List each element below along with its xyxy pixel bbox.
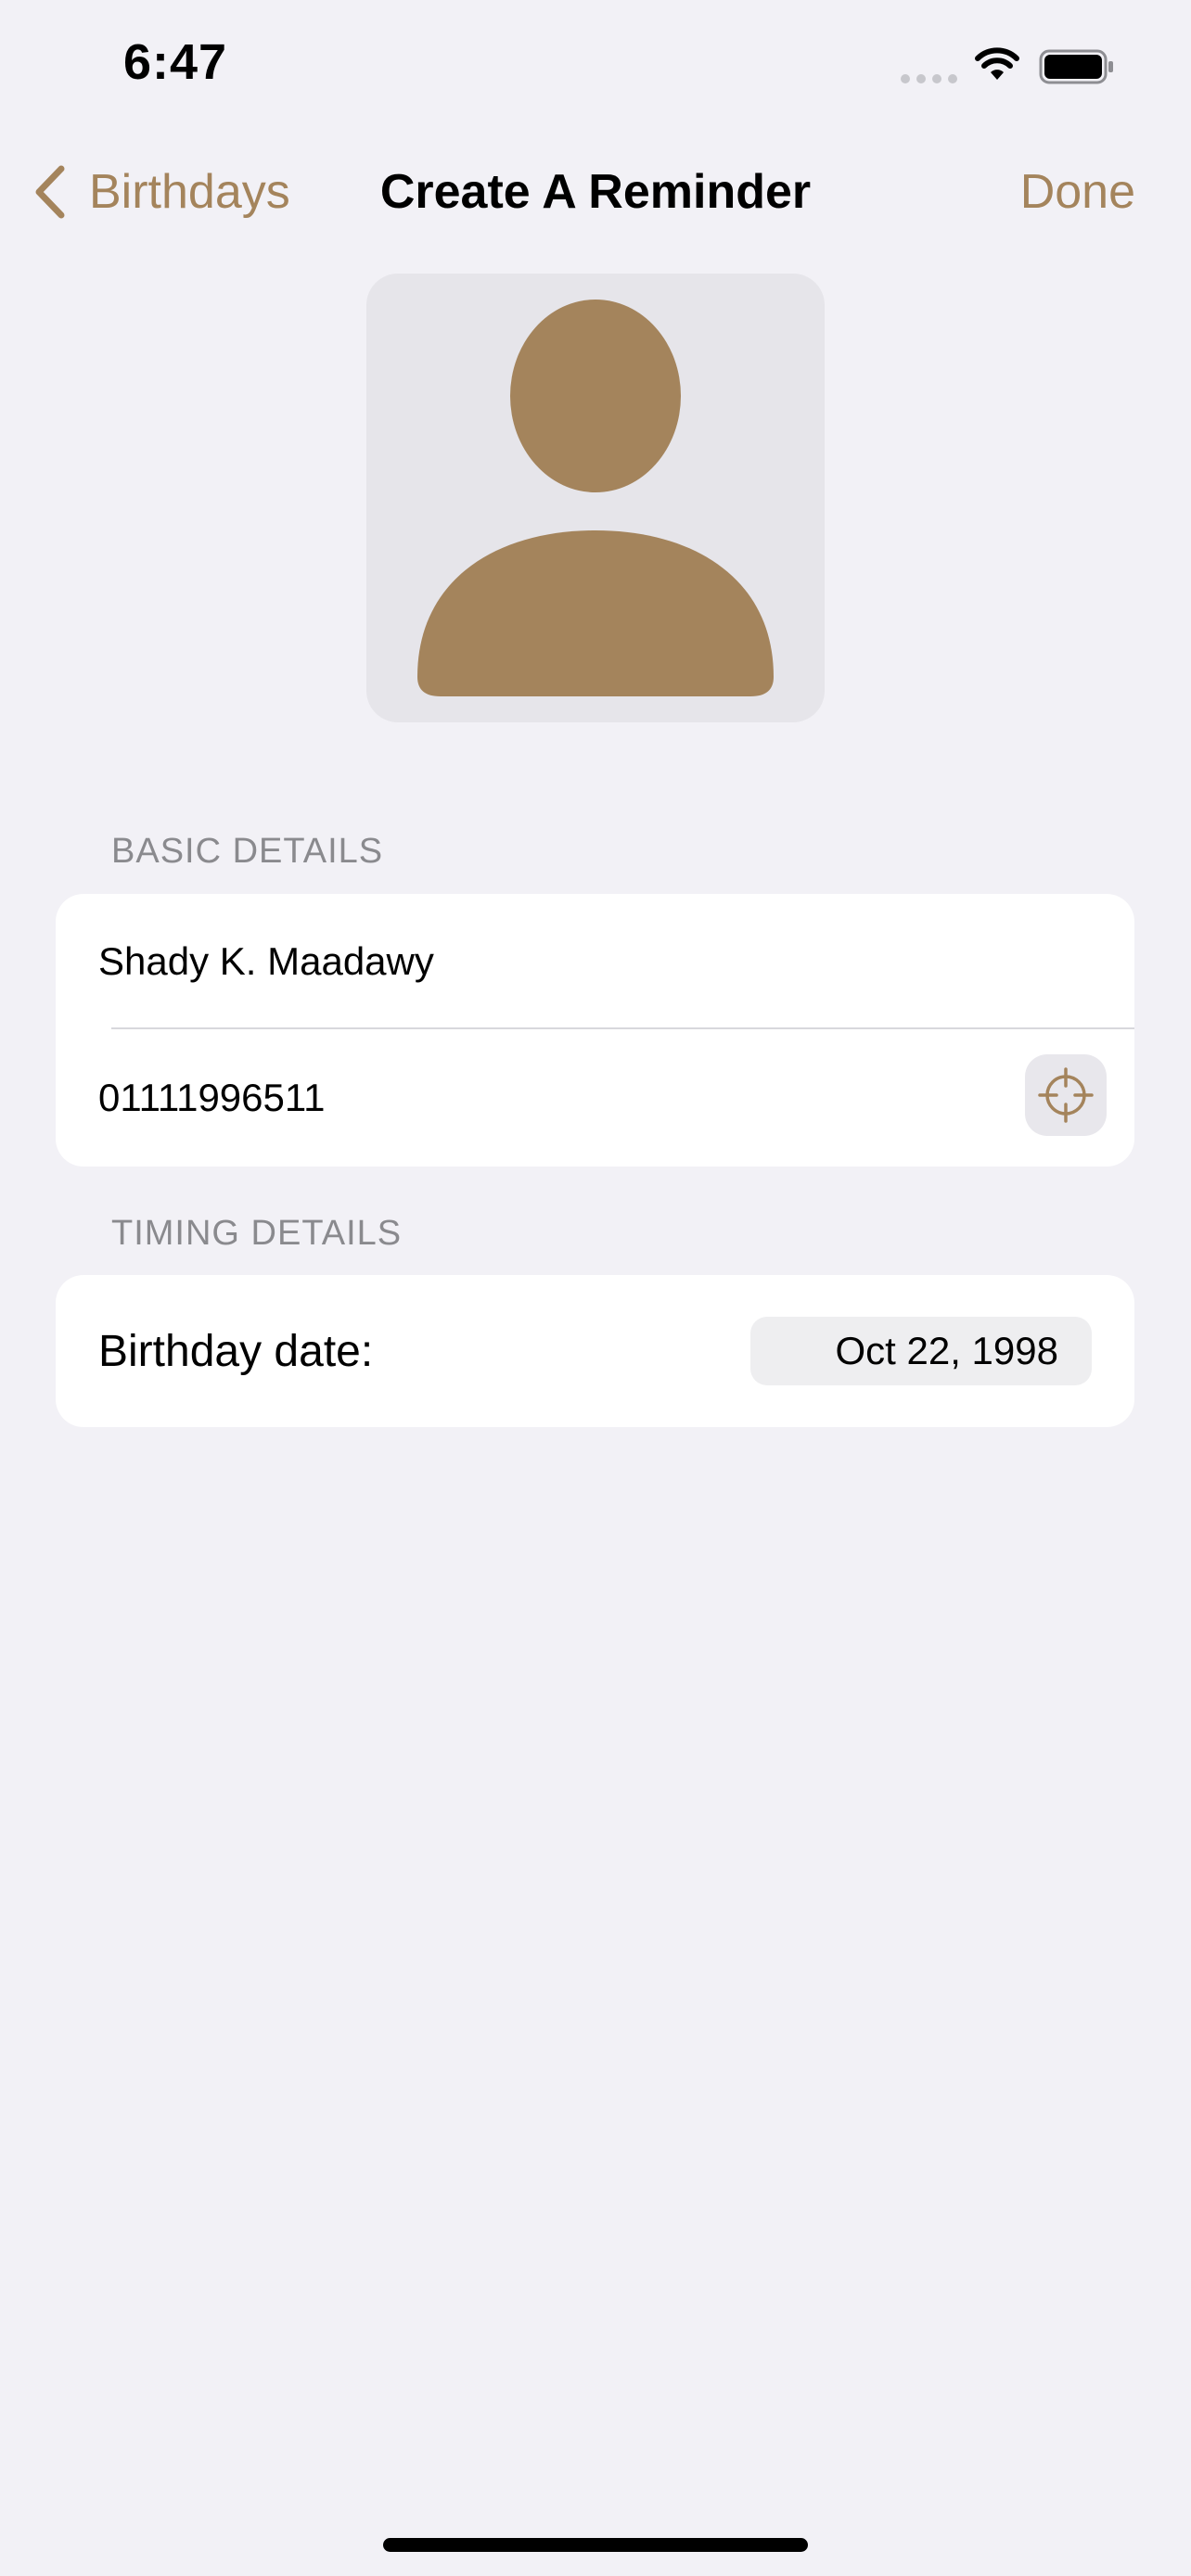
- section-header-timing-details: TIMING DETAILS: [111, 1214, 403, 1253]
- timing-details-group: Birthday date: Oct 22, 1998: [56, 1275, 1134, 1427]
- battery-icon: [1039, 49, 1113, 84]
- cellular-signal-icon: [901, 74, 957, 83]
- section-header-basic-details: BASIC DETAILS: [111, 832, 384, 871]
- phone-field[interactable]: [98, 1076, 887, 1120]
- wifi-icon: [975, 47, 1019, 80]
- chevron-left-icon: [35, 165, 65, 219]
- locate-button[interactable]: [1025, 1054, 1107, 1136]
- avatar-picker[interactable]: [366, 274, 825, 722]
- birthday-date-value: Oct 22, 1998: [835, 1329, 1059, 1372]
- phone-row: [56, 1029, 1134, 1167]
- crosshair-icon: [1038, 1067, 1094, 1123]
- birthday-row: Birthday date: Oct 22, 1998: [56, 1275, 1134, 1427]
- home-indicator[interactable]: [383, 2538, 808, 2552]
- back-button[interactable]: Birthdays: [33, 159, 290, 224]
- birthday-date-picker[interactable]: Oct 22, 1998: [750, 1317, 1092, 1385]
- person-silhouette-icon: [417, 300, 774, 696]
- back-button-label: Birthdays: [89, 165, 290, 219]
- done-button[interactable]: Done: [1020, 159, 1135, 224]
- basic-details-group: [56, 894, 1134, 1167]
- status-time: 6:47: [123, 34, 228, 90]
- birthday-label: Birthday date:: [98, 1326, 374, 1376]
- name-field[interactable]: [98, 939, 933, 984]
- name-row: [56, 894, 1134, 1029]
